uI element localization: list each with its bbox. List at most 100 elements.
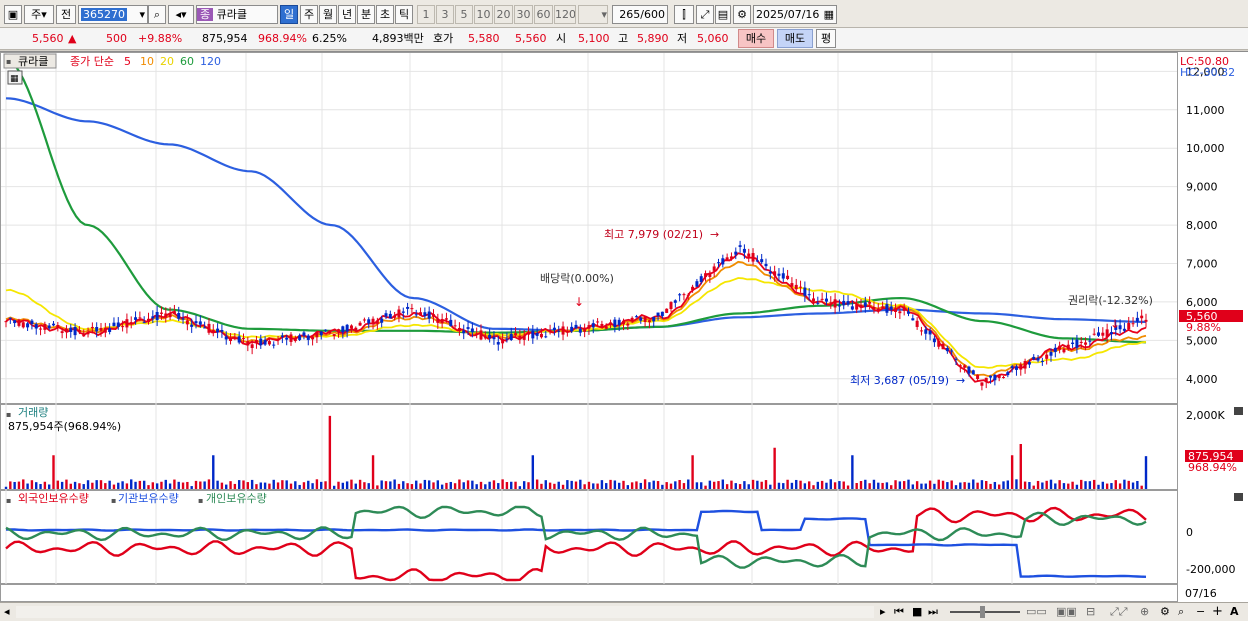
period-month[interactable]: 월 <box>319 5 337 24</box>
ma120-label: 120 <box>200 55 221 68</box>
zoom-slider[interactable] <box>950 611 1020 613</box>
candle-body <box>108 328 112 332</box>
unit-dropdown[interactable]: ▾ <box>578 5 608 24</box>
volume-bar <box>203 481 206 489</box>
zoom-slider-thumb[interactable] <box>980 606 985 618</box>
zoom-icon[interactable]: ⌕ <box>1178 605 1184 619</box>
scroll-left-icon[interactable]: ◂ <box>4 605 10 618</box>
scroll-right-icon[interactable]: ▸ <box>880 605 886 618</box>
candle-body <box>518 335 522 340</box>
count-field[interactable]: 265/600 <box>612 5 668 24</box>
candle-body <box>358 322 362 326</box>
candle-body <box>457 327 461 332</box>
date-field[interactable]: 2025/07/16 ▦ <box>753 5 837 24</box>
period-week[interactable]: 주 <box>300 5 318 24</box>
candle-body <box>626 323 630 326</box>
volume-bar <box>320 481 323 489</box>
unit-20[interactable]: 20 <box>494 5 513 24</box>
volume-bar <box>220 482 224 489</box>
chart-menu-icon[interactable]: ▣ <box>4 5 22 24</box>
volume-bar <box>976 482 979 489</box>
fast-forward-icon[interactable]: ⏭ <box>928 605 938 619</box>
zoom-in-icon[interactable]: + <box>1212 604 1223 619</box>
rewind-icon[interactable]: ⏮ <box>894 605 904 619</box>
unit-10[interactable]: 10 <box>474 5 493 24</box>
type-select[interactable]: 주▾ <box>24 5 54 24</box>
candle-body <box>246 341 250 346</box>
candle-body <box>695 281 699 287</box>
buy-button[interactable]: 매수 <box>738 29 774 48</box>
candle-body <box>125 319 129 328</box>
gear-icon[interactable]: ⚙ <box>733 5 751 24</box>
font-size-icon[interactable]: A <box>1230 605 1239 618</box>
candle-body <box>764 263 768 267</box>
period-tick[interactable]: 틱 <box>395 5 413 24</box>
zoom-out-icon[interactable]: − <box>1196 605 1205 618</box>
ma60-label: 60 <box>180 55 194 68</box>
period-second[interactable]: 초 <box>376 5 394 24</box>
avg-button[interactable]: 평 <box>816 29 836 48</box>
candle-body <box>354 327 358 331</box>
candle-body <box>1053 347 1057 352</box>
candle-body <box>712 266 716 271</box>
trend-icon[interactable]: ⤢⤢ <box>1110 605 1128 619</box>
change-value: 500 <box>106 32 127 45</box>
panel-close-icon[interactable] <box>1234 493 1243 501</box>
volume-bar <box>635 481 638 489</box>
volume-bar <box>1058 480 1061 489</box>
save-icon[interactable]: ▤ <box>715 5 731 24</box>
candle-body <box>203 327 207 329</box>
candle-body <box>1023 361 1027 369</box>
period-year[interactable]: 년 <box>338 5 356 24</box>
volume-bar <box>937 479 940 489</box>
volume-bar <box>73 481 77 489</box>
volume-bar <box>946 482 949 489</box>
volume-bar <box>734 483 737 489</box>
unit-60[interactable]: 60 <box>534 5 553 24</box>
speaker-icon[interactable]: ◂▾ <box>168 5 194 24</box>
volume-bar <box>833 482 837 489</box>
prev-button[interactable]: 전 <box>56 5 76 24</box>
layout-icon[interactable]: ▭▭ <box>1026 605 1047 618</box>
period-day[interactable]: 일 <box>280 5 298 24</box>
code-input[interactable]: 365270 ▾ <box>78 5 148 24</box>
measure-icon[interactable]: ⊟ <box>1086 605 1095 618</box>
chart-svg[interactable]: 12,00011,00010,0009,0008,0007,0006,0005,… <box>0 52 1248 603</box>
candle-body <box>967 366 971 374</box>
sell-button[interactable]: 매도 <box>777 29 813 48</box>
volume-bar <box>255 484 258 489</box>
candle-body <box>725 257 729 260</box>
search-icon[interactable]: ⌕ <box>148 5 166 24</box>
candle-body <box>267 341 271 345</box>
draw-tool-icon[interactable]: ⤢ <box>696 5 714 24</box>
candle-body <box>483 337 487 339</box>
scroll-track[interactable] <box>16 606 874 618</box>
unit-3[interactable]: 3 <box>436 5 454 24</box>
candle-body <box>181 318 185 320</box>
volume-bar <box>332 485 336 489</box>
candle-body <box>514 333 518 336</box>
candle-body <box>786 275 790 280</box>
chevron-down-icon: ▾ <box>601 8 607 21</box>
candle-body <box>777 273 781 276</box>
window-icon[interactable]: ▣▣ <box>1056 605 1077 618</box>
chart-area[interactable]: 12,000 11,000 10,000 9,000 8,000 7,000 6,000 5,… <box>0 51 1248 602</box>
unit-120[interactable]: 120 <box>554 5 576 24</box>
stop-icon[interactable]: ■ <box>912 605 922 618</box>
unit-30[interactable]: 30 <box>514 5 533 24</box>
candle-body <box>501 339 505 344</box>
volume-bar <box>661 484 664 489</box>
panel-close-icon[interactable] <box>1234 407 1243 415</box>
unit-5[interactable]: 5 <box>455 5 473 24</box>
candle-type-icon[interactable]: ⫿ <box>674 5 694 24</box>
name-field[interactable]: 종 큐라클 <box>196 5 278 24</box>
candle-body <box>384 313 388 317</box>
settings-icon[interactable]: ⚙ <box>1160 605 1170 618</box>
period-minute[interactable]: 분 <box>357 5 375 24</box>
candle-body <box>1131 323 1135 325</box>
unit-1[interactable]: 1 <box>417 5 435 24</box>
volume-bar <box>30 480 34 489</box>
crosshair-icon[interactable]: ⊕ <box>1140 605 1149 618</box>
volume-bar <box>471 480 474 489</box>
candle-body <box>574 324 578 329</box>
